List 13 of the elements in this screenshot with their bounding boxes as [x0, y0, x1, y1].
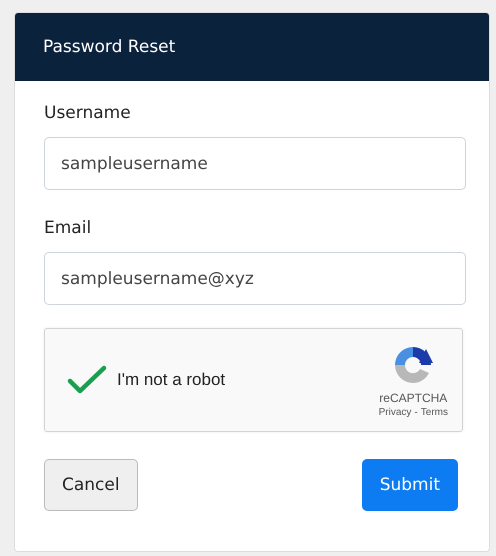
terms-link[interactable]: Terms — [420, 406, 448, 418]
captcha-brand: reCAPTCHA — [379, 390, 448, 404]
link-separator: - — [414, 406, 418, 418]
captcha-label: I'm not a robot — [117, 370, 226, 390]
submit-button[interactable]: Submit — [362, 459, 458, 511]
input-field[interactable]: sampleusername — [44, 137, 466, 190]
cancel-button[interactable]: Cancel — [44, 459, 138, 511]
card-title: Password Reset — [43, 37, 176, 57]
field-label: Username — [44, 103, 132, 123]
privacy-link[interactable]: Privacy — [378, 406, 412, 418]
checkmark-icon[interactable] — [67, 365, 107, 395]
field-label: Email — [44, 218, 92, 238]
input-field[interactable]: sampleusername@xyz — [44, 252, 466, 305]
